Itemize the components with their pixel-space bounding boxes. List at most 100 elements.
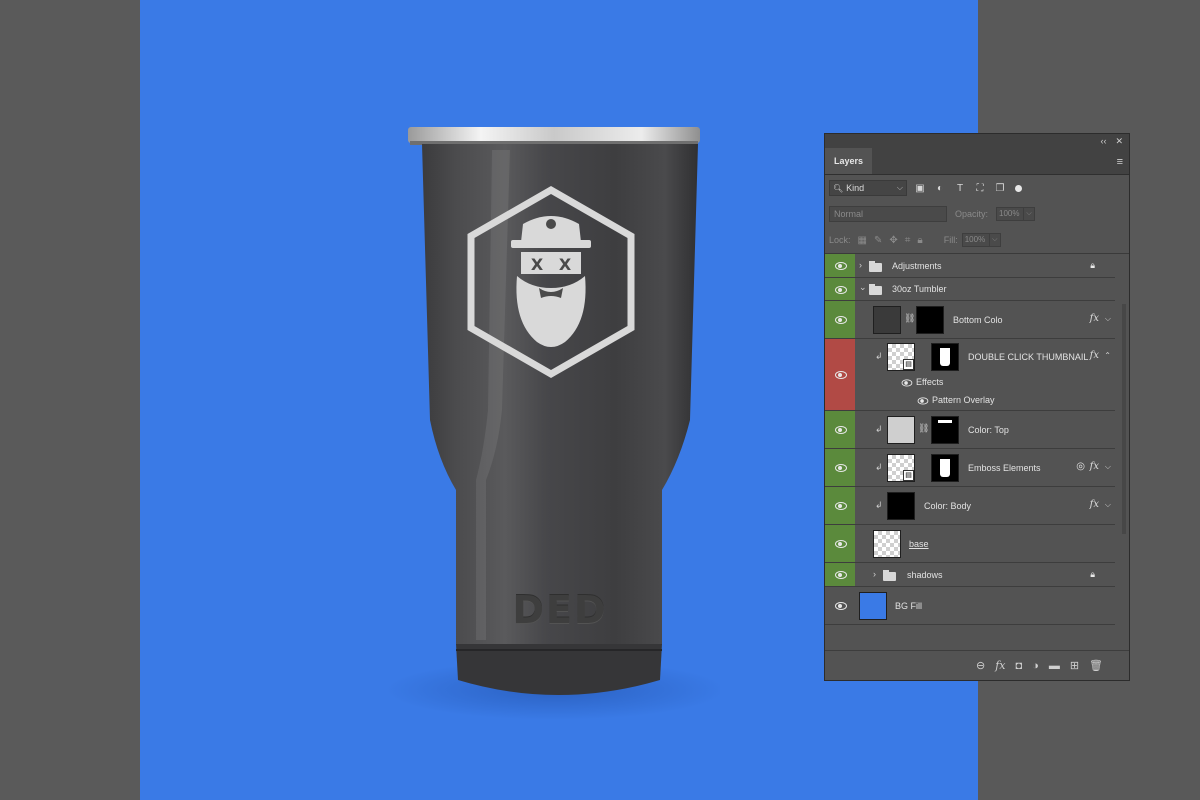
delete-layer-icon[interactable]: 🗑︎ xyxy=(1089,659,1103,672)
layer-name: Color: Body xyxy=(924,501,972,511)
panel-footer: ⊖ fx ◘ ◑ ▬ ⊞ 🗑︎ xyxy=(825,650,1129,680)
layers-scrollbar[interactable] xyxy=(1118,294,1126,654)
new-group-icon[interactable]: ▬ xyxy=(1049,660,1060,672)
panel-titlebar: ‹‹ ✕ xyxy=(825,134,1129,148)
link-icon[interactable]: ⛓ xyxy=(918,423,929,434)
new-adjustment-icon[interactable]: ◑ xyxy=(1032,660,1039,672)
collapse-panel-icon[interactable]: ‹‹ xyxy=(1100,136,1106,146)
layers-panel: ‹‹ ✕ Layers ≡ 🔍︎ Kind ⌵ ▣ ◐ T ⛶ ❐ Normal… xyxy=(824,133,1130,681)
layer-thumbnail[interactable] xyxy=(887,492,915,520)
blend-mode-value: Normal xyxy=(834,209,864,219)
opacity-field[interactable]: 100% xyxy=(996,207,1025,221)
opacity-dropdown-icon[interactable]: ⌵ xyxy=(1023,207,1036,221)
shape-filter-icon[interactable]: ⛶ xyxy=(973,183,987,194)
fill-dropdown-icon[interactable]: ⌵ xyxy=(988,233,1001,247)
close-panel-icon[interactable]: ✕ xyxy=(1115,136,1123,147)
layer-name: Adjustments xyxy=(892,261,942,271)
mask-thumbnail[interactable] xyxy=(931,343,959,371)
chevron-down-icon[interactable]: ⌵ xyxy=(1105,462,1111,472)
smart-object-filter-icon[interactable]: ❐ xyxy=(993,183,1007,194)
visibility-toggle[interactable] xyxy=(825,563,855,586)
fx-icon[interactable]: fx xyxy=(1090,461,1099,472)
tab-layers[interactable]: Layers xyxy=(825,148,873,174)
fill-field[interactable]: 100% xyxy=(961,233,990,247)
effects-row[interactable]: Effects xyxy=(901,377,943,387)
chevron-up-icon[interactable]: ⌃ xyxy=(1104,351,1111,360)
svg-text:X: X xyxy=(559,255,572,274)
mask-thumbnail[interactable] xyxy=(916,306,944,334)
type-filter-icon[interactable]: T xyxy=(953,183,967,194)
effect-pattern-overlay[interactable]: Pattern Overlay xyxy=(917,395,995,405)
eye-icon xyxy=(834,285,847,294)
add-mask-icon[interactable]: ◘ xyxy=(1016,660,1023,672)
fx-icon[interactable]: fx xyxy=(1090,313,1099,324)
layer-name: Color: Top xyxy=(968,425,1009,435)
layer-thumbnail[interactable] xyxy=(873,306,901,334)
visibility-toggle[interactable] xyxy=(825,449,855,486)
blend-row: Normal Opacity: 100% ⌵ xyxy=(825,201,1129,227)
add-style-icon[interactable]: fx xyxy=(995,659,1005,672)
link-icon[interactable]: ⛓ xyxy=(904,313,915,324)
layer-row-double-click-thumbnail[interactable]: ↲ ▤ DOUBLE CLICK THUMBNAIL fx ⌃ Effects … xyxy=(825,339,1115,411)
lock-transparent-icon[interactable]: ▦ xyxy=(858,235,867,246)
fx-icon[interactable]: fx xyxy=(1090,499,1099,510)
eye-icon[interactable] xyxy=(917,396,929,405)
visibility-toggle[interactable] xyxy=(825,301,855,338)
panel-tabs: Layers ≡ xyxy=(825,148,1129,175)
visibility-toggle[interactable] xyxy=(825,278,855,300)
layer-thumbnail[interactable] xyxy=(873,530,901,558)
eye-icon xyxy=(834,464,847,472)
visibility-toggle[interactable] xyxy=(825,587,855,624)
layer-row-color-body[interactable]: ↲ Color: Body fx ⌵ xyxy=(825,487,1115,525)
link-layers-icon[interactable]: ⊖ xyxy=(976,659,985,672)
layer-name: base xyxy=(909,539,929,549)
layer-thumbnail[interactable] xyxy=(887,416,915,444)
lock-image-icon[interactable]: ✎ xyxy=(874,235,882,246)
layer-row-color-top[interactable]: ↲ ⛓ Color: Top xyxy=(825,411,1115,449)
layer-name: DOUBLE CLICK THUMBNAIL xyxy=(968,352,1089,362)
layer-row-bottom-colo[interactable]: ⛓ Bottom Colo fx ⌵ xyxy=(825,301,1115,339)
blend-mode-select[interactable]: Normal xyxy=(829,206,947,222)
lock-row: Lock: ▦ ✎ ✥ ⌗ 🔒︎ Fill: 100% ⌵ xyxy=(825,227,1129,254)
adjustment-filter-icon[interactable]: ◐ xyxy=(933,183,947,194)
layer-row-bg-fill[interactable]: BG Fill xyxy=(825,587,1115,625)
filter-toggle[interactable] xyxy=(1015,184,1022,192)
visibility-toggle[interactable] xyxy=(825,487,855,524)
clipping-mask-icon: ↲ xyxy=(875,424,883,434)
pixel-filter-icon[interactable]: ▣ xyxy=(913,183,927,194)
eye-icon xyxy=(834,571,847,579)
mask-thumbnail[interactable] xyxy=(931,454,959,482)
chevron-right-icon[interactable]: › xyxy=(873,569,876,579)
chevron-down-icon[interactable]: ⌄ xyxy=(859,282,867,293)
visibility-toggle[interactable] xyxy=(825,411,855,448)
chevron-down-icon: ⌵ xyxy=(896,183,903,192)
layer-row-emboss-elements[interactable]: ↲ ▤ Emboss Elements ◎ fx ⌵ xyxy=(825,449,1115,487)
chevron-down-icon[interactable]: ⌵ xyxy=(1105,314,1111,324)
eye-icon xyxy=(834,426,847,434)
layer-row-shadows[interactable]: › shadows 🔒︎ xyxy=(825,563,1115,587)
chevron-down-icon[interactable]: ⌵ xyxy=(1105,500,1111,510)
layer-row-adjustments[interactable]: › Adjustments 🔒︎ xyxy=(825,254,1115,278)
opacity-label: Opacity: xyxy=(955,209,989,219)
visibility-toggle[interactable] xyxy=(825,339,855,410)
mask-thumbnail[interactable] xyxy=(931,416,959,444)
visibility-toggle[interactable] xyxy=(825,254,855,277)
visibility-toggle[interactable] xyxy=(825,525,855,562)
filter-kind-label: Kind xyxy=(846,183,865,193)
clipping-mask-icon: ↲ xyxy=(875,500,883,510)
chevron-right-icon[interactable]: › xyxy=(859,260,862,270)
lock-icon: 🔒︎ xyxy=(1090,569,1095,579)
eye-icon[interactable] xyxy=(901,378,913,387)
lock-all-icon[interactable]: 🔒︎ xyxy=(917,235,922,246)
panel-menu-icon[interactable]: ≡ xyxy=(1117,156,1123,168)
layer-row-30oz-tumbler[interactable]: ⌄ 30oz Tumbler xyxy=(825,278,1115,301)
scrollbar-thumb[interactable] xyxy=(1122,304,1126,534)
layer-row-base[interactable]: base xyxy=(825,525,1115,563)
lock-artboard-icon[interactable]: ⌗ xyxy=(905,235,911,246)
fx-icon[interactable]: fx xyxy=(1090,350,1099,361)
new-layer-icon[interactable]: ⊞ xyxy=(1070,659,1079,672)
lock-position-icon[interactable]: ✥ xyxy=(889,235,897,246)
layer-thumbnail[interactable] xyxy=(859,592,887,620)
filter-kind-select[interactable]: 🔍︎ Kind ⌵ xyxy=(829,180,907,196)
eye-icon xyxy=(834,540,847,548)
